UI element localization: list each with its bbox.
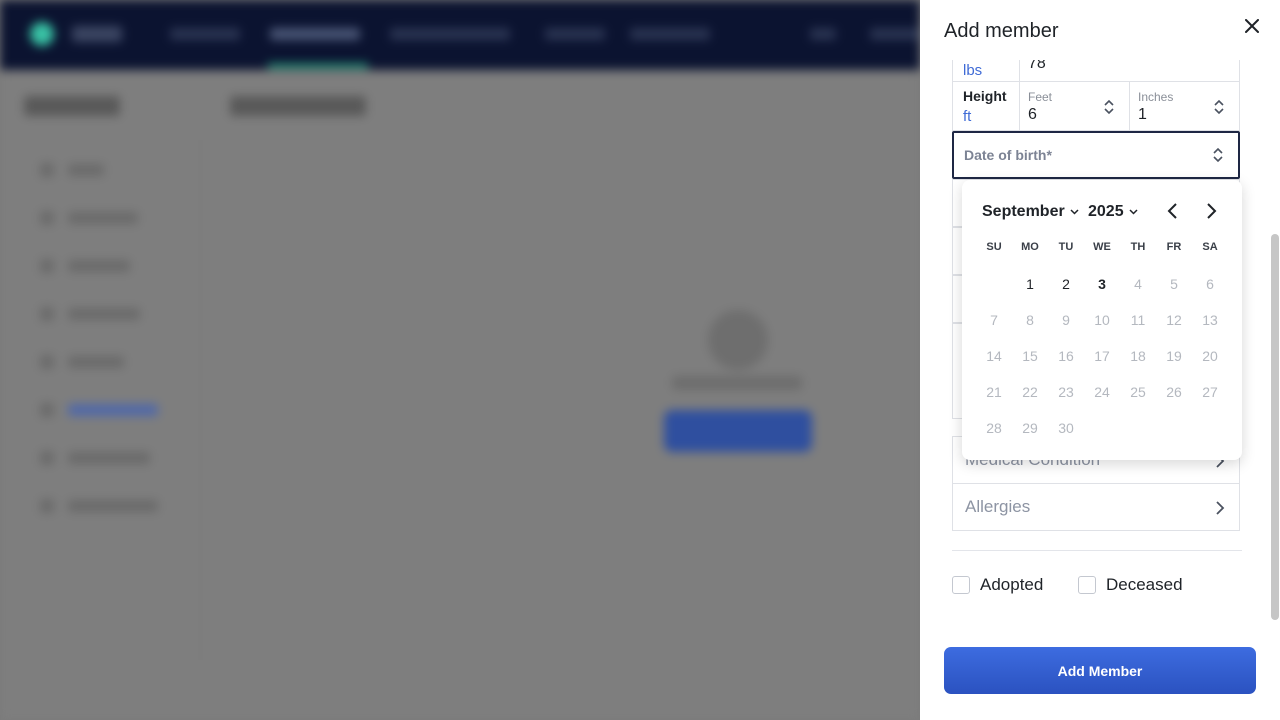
calendar-day: 5: [1170, 276, 1178, 292]
year-label: 2025: [1088, 203, 1124, 220]
top-navigation: [0, 0, 920, 70]
month-label: September: [982, 203, 1065, 220]
weight-unit: lbs: [963, 62, 983, 79]
weekday-header: SU: [986, 241, 1002, 253]
calendar-day: 16: [1058, 348, 1074, 364]
weight-field: lbs 78: [952, 60, 1240, 82]
chevron-right-icon: [1216, 501, 1225, 515]
feet-input[interactable]: Feet 6: [1019, 82, 1129, 130]
calendar-day: 7: [990, 312, 998, 328]
divider: [952, 550, 1242, 551]
add-member-button[interactable]: Add Member: [944, 647, 1256, 694]
drawer-footer: Add Member: [920, 620, 1280, 720]
calendar-day: 12: [1166, 312, 1182, 328]
calendar-day: 21: [986, 384, 1002, 400]
feet-value: 6: [1028, 106, 1037, 123]
weekday-header: FR: [1166, 241, 1182, 253]
calendar-day: 17: [1094, 348, 1110, 364]
weekday-header: MO: [1021, 241, 1039, 253]
close-button[interactable]: [1240, 14, 1264, 38]
chevron-down-icon: [1129, 209, 1138, 215]
calendar-day: 4: [1134, 276, 1142, 292]
height-unit: ft: [963, 108, 972, 125]
checkbox-box[interactable]: [952, 576, 970, 594]
weekday-header: TU: [1058, 241, 1074, 253]
calendar-day: 18: [1130, 348, 1146, 364]
calendar-day: 19: [1166, 348, 1182, 364]
calendar-day: 22: [1022, 384, 1038, 400]
calendar-day[interactable]: 3: [1084, 269, 1120, 299]
previous-month-icon[interactable]: [1164, 201, 1182, 221]
calendar-day: 13: [1202, 312, 1218, 328]
weekday-header: TH: [1130, 241, 1146, 253]
feet-caption: Feet: [1028, 90, 1053, 104]
inches-input[interactable]: Inches 1: [1129, 82, 1239, 130]
adopted-label: Adopted: [980, 575, 1044, 594]
next-month-icon[interactable]: [1202, 201, 1220, 221]
scrollbar[interactable]: [1271, 234, 1279, 620]
calendar-day: 23: [1058, 384, 1074, 400]
inches-caption: Inches: [1138, 90, 1174, 104]
calendar-day: 10: [1094, 312, 1110, 328]
calendar-day: 24: [1094, 384, 1110, 400]
weight-value[interactable]: 78: [1028, 60, 1046, 73]
background-app: [0, 0, 920, 720]
date-picker-popup: September 2025 SU MO TU WE TH FR SA 1 2 3 4 5 6 7 8 9 10…: [962, 180, 1242, 460]
stepper-icon[interactable]: [1103, 99, 1115, 115]
chevron-down-icon: [1070, 209, 1079, 215]
deceased-checkbox[interactable]: Deceased: [1078, 575, 1183, 595]
stepper-icon[interactable]: [1212, 147, 1224, 163]
calendar-day: 11: [1130, 312, 1146, 328]
month-select[interactable]: September: [982, 203, 1079, 221]
calendar-day: 6: [1206, 276, 1214, 292]
allergies-label: Allergies: [965, 497, 1031, 516]
inches-value: 1: [1138, 106, 1147, 123]
checkbox-box[interactable]: [1078, 576, 1096, 594]
year-select[interactable]: 2025: [1088, 203, 1138, 221]
calendar-day: 15: [1022, 348, 1038, 364]
calendar-day: 28: [986, 420, 1002, 436]
calendar-day: 30: [1058, 420, 1074, 436]
close-icon: [1245, 19, 1259, 33]
dob-label: Date of birth*: [964, 147, 1052, 163]
calendar-day[interactable]: 2: [1048, 269, 1084, 299]
calendar-day: 14: [986, 348, 1002, 364]
calendar-day: 25: [1130, 384, 1146, 400]
height-field: Height ft Feet 6 Inches 1: [952, 81, 1240, 131]
calendar-day[interactable]: 1: [1012, 269, 1048, 299]
calendar-day: 29: [1022, 420, 1038, 436]
calendar-day: 9: [1062, 312, 1070, 328]
weekday-header: SA: [1202, 241, 1218, 253]
calendar-day: 8: [1026, 312, 1034, 328]
calendar-day: 27: [1202, 384, 1218, 400]
height-label: Height: [963, 88, 1007, 104]
date-of-birth-field[interactable]: Date of birth*: [952, 131, 1240, 179]
allergies-row[interactable]: Allergies: [952, 483, 1240, 531]
calendar-day: 20: [1202, 348, 1218, 364]
weekday-header: WE: [1093, 241, 1111, 253]
calendar-day: 26: [1166, 384, 1182, 400]
deceased-label: Deceased: [1106, 575, 1183, 594]
drawer-title: Add member: [944, 20, 1059, 42]
adopted-checkbox[interactable]: Adopted: [952, 575, 1043, 595]
stepper-icon[interactable]: [1213, 99, 1225, 115]
